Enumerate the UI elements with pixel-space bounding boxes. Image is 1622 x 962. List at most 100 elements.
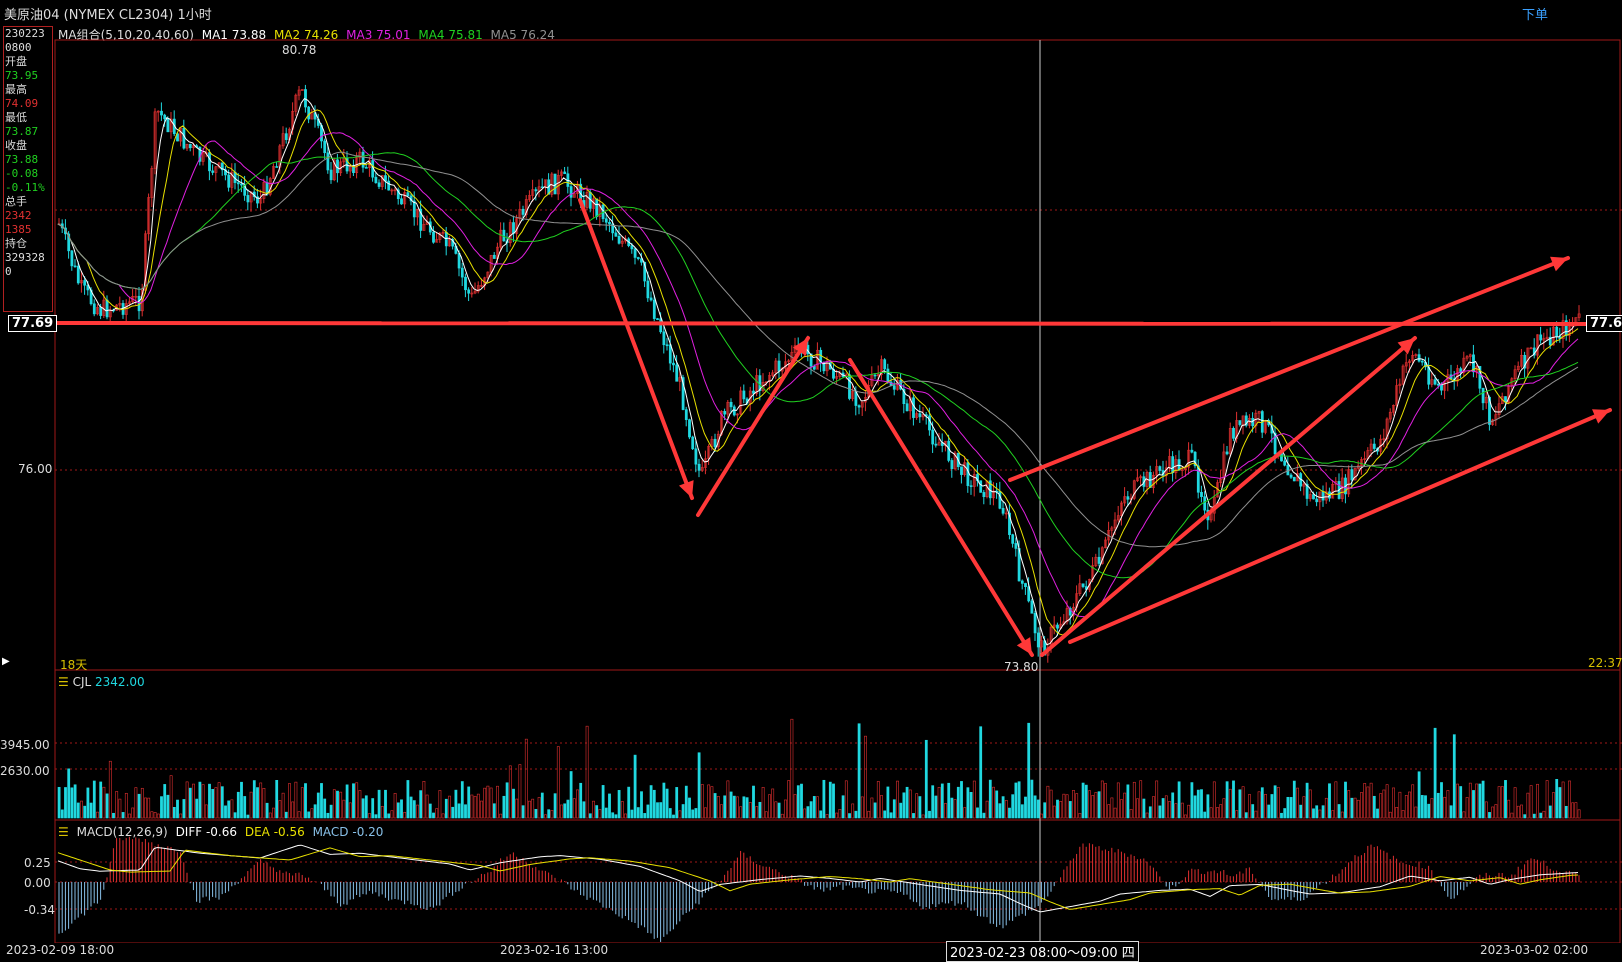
volume-bar bbox=[163, 784, 167, 819]
volume-bar bbox=[704, 807, 707, 819]
macd-axis-bottom: -0.34 bbox=[24, 903, 56, 917]
volume-bar bbox=[118, 798, 122, 819]
volume-bar bbox=[480, 800, 483, 819]
volume-bar bbox=[368, 813, 371, 819]
volume-bar bbox=[1011, 794, 1015, 819]
volume-bar bbox=[1241, 786, 1245, 819]
volume-bar bbox=[457, 803, 461, 819]
volume-bar bbox=[1059, 801, 1063, 819]
candle-body bbox=[1030, 600, 1034, 614]
volume-bar bbox=[371, 798, 375, 819]
volume-bar bbox=[1251, 804, 1255, 819]
volume-bar bbox=[883, 810, 887, 819]
volume-bar bbox=[528, 800, 531, 819]
volume-bar bbox=[467, 786, 471, 819]
volume-bar bbox=[144, 797, 147, 819]
volume-bar bbox=[748, 802, 752, 819]
candle-body bbox=[892, 385, 896, 390]
volume-bar bbox=[1008, 807, 1011, 819]
candle-body bbox=[982, 492, 986, 498]
volume-bar bbox=[67, 768, 71, 819]
volume-bar bbox=[1024, 796, 1027, 819]
volume-bar bbox=[265, 802, 269, 819]
candle-body bbox=[457, 253, 461, 269]
volume-bar bbox=[1577, 809, 1581, 819]
volume-bar bbox=[108, 760, 112, 819]
volume-bar bbox=[438, 790, 442, 819]
volume-bar bbox=[502, 795, 506, 819]
menu-icon[interactable]: ☰ bbox=[58, 825, 69, 839]
candle-body bbox=[665, 344, 669, 347]
volume-bar bbox=[179, 813, 183, 819]
volume-bar bbox=[576, 789, 579, 819]
volume-bar bbox=[1190, 782, 1194, 819]
volume-bar bbox=[204, 804, 208, 819]
volume-value: 2342.00 bbox=[95, 675, 145, 689]
volume-bar bbox=[934, 795, 938, 819]
candle-body bbox=[1420, 360, 1424, 363]
volume-bar bbox=[92, 780, 96, 819]
volume-bar bbox=[1516, 805, 1520, 819]
volume-bar bbox=[1081, 782, 1085, 819]
volume-bar bbox=[988, 779, 992, 819]
volume-bar bbox=[57, 786, 61, 819]
volume-bar bbox=[1433, 727, 1437, 819]
channel-bottom-arrow bbox=[1068, 408, 1612, 644]
volume-bar bbox=[249, 791, 253, 819]
volume-bar bbox=[649, 785, 653, 819]
volume-bar bbox=[217, 782, 221, 819]
volume-bar bbox=[944, 803, 947, 819]
volume-bar bbox=[1203, 811, 1207, 819]
volume-bar bbox=[288, 783, 291, 819]
candle-body bbox=[873, 374, 877, 377]
candle-body bbox=[211, 170, 215, 173]
volume-bar bbox=[816, 796, 819, 819]
volume-bar bbox=[188, 787, 192, 819]
volume-bar bbox=[1488, 812, 1491, 819]
volume-bar bbox=[764, 811, 768, 819]
candle-body bbox=[857, 405, 861, 408]
volume-bar bbox=[432, 812, 435, 819]
volume-bar bbox=[1312, 808, 1315, 819]
volume-bar bbox=[169, 775, 173, 819]
volume-bar bbox=[416, 804, 419, 819]
candle-body bbox=[886, 368, 890, 383]
volume-bar bbox=[940, 783, 944, 819]
volume-bar bbox=[131, 807, 135, 819]
volume-bar bbox=[361, 798, 365, 819]
volume-bar bbox=[697, 752, 701, 819]
trend-annotations bbox=[54, 198, 1612, 657]
volume-bar bbox=[176, 799, 179, 819]
candle-body bbox=[374, 176, 378, 184]
volume-bar bbox=[1340, 811, 1344, 819]
volume-bar bbox=[1507, 799, 1511, 819]
menu-icon[interactable]: ☰ bbox=[58, 675, 69, 689]
candle-body bbox=[883, 359, 887, 370]
volume-bar bbox=[1177, 781, 1181, 819]
volume-bar bbox=[796, 785, 800, 819]
volume-bar bbox=[156, 813, 160, 819]
candle-body bbox=[208, 152, 211, 172]
candle-body bbox=[432, 231, 435, 243]
volume-bar bbox=[1302, 796, 1306, 819]
volume-bar bbox=[774, 801, 778, 819]
volume-bar bbox=[128, 813, 131, 819]
volume-bar bbox=[611, 812, 615, 819]
candle-body bbox=[464, 276, 467, 291]
volume-bar bbox=[435, 808, 439, 819]
volume-bar bbox=[1564, 805, 1568, 819]
volume-bar bbox=[1542, 810, 1546, 819]
candle-body bbox=[160, 110, 163, 116]
candle-body bbox=[688, 419, 691, 438]
candle-body bbox=[444, 231, 448, 247]
volume-bar bbox=[569, 771, 573, 819]
scroll-left-icon[interactable]: ▶ bbox=[2, 656, 10, 667]
volume-bar bbox=[700, 784, 704, 819]
volume-bar bbox=[1097, 791, 1101, 819]
volume-bar bbox=[595, 805, 599, 819]
date-label-2: 2023-02-16 13:00 bbox=[500, 943, 609, 957]
candle-body bbox=[307, 106, 311, 120]
price-chart[interactable] bbox=[0, 0, 1622, 943]
volume-bar bbox=[518, 764, 522, 819]
volume-bar bbox=[1228, 788, 1232, 819]
